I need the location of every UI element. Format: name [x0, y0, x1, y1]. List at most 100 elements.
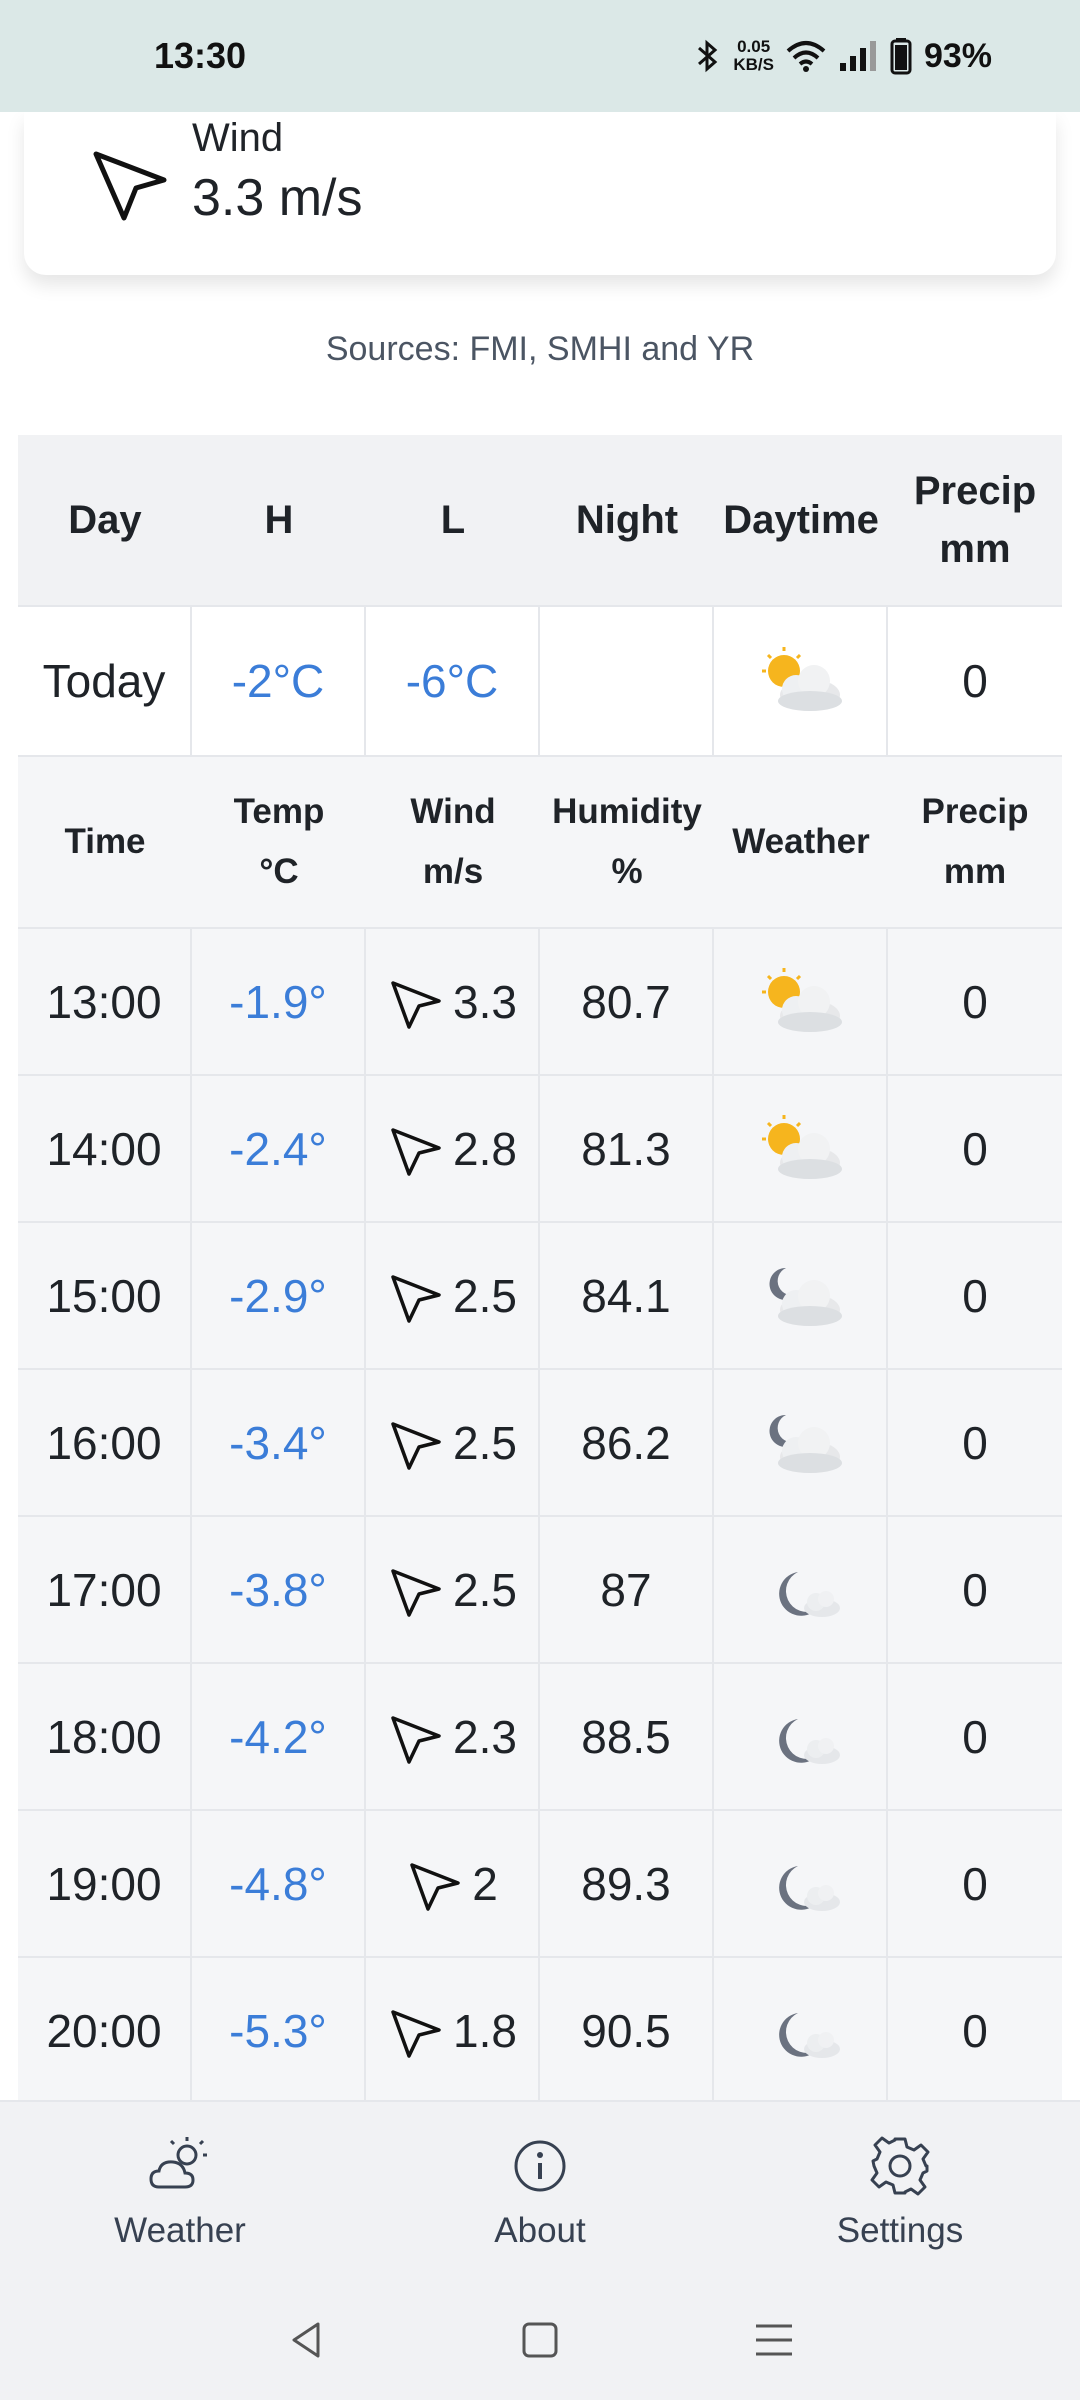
battery-percent: 93% — [923, 36, 992, 75]
hour-row[interactable]: 20:00 -5.3° 1.8 90.5 0 — [18, 1956, 1062, 2100]
hour-temp: -2.4° — [192, 1076, 366, 1221]
hour-humidity: 90.5 — [540, 1958, 714, 2100]
header-time: Time — [64, 822, 146, 861]
menu-icon[interactable] — [752, 2318, 796, 2362]
hour-wind-value: 2.5 — [453, 1416, 517, 1469]
partly-sunny-icon — [762, 967, 842, 1032]
hour-precip: 0 — [962, 1857, 988, 1910]
hour-wind-value: 2.3 — [453, 1710, 517, 1763]
hour-weather — [714, 1958, 888, 2100]
header-wind: Wind m/s — [410, 792, 496, 891]
today-low: -6°C — [366, 607, 540, 755]
hour-row[interactable]: 18:00 -4.2° 2.3 88.5 0 — [18, 1662, 1062, 1809]
moon-cloud-icon — [779, 1571, 840, 1617]
today-row[interactable]: Today -2°C -6°C 0 — [18, 605, 1062, 755]
hour-time: 14:00 — [18, 1076, 192, 1221]
hour-weather — [714, 1076, 888, 1221]
wind-direction-icon — [391, 1568, 441, 1617]
hour-humidity: 89.3 — [540, 1811, 714, 1956]
hour-precip: 0 — [962, 975, 988, 1028]
nav-about[interactable]: About — [390, 2131, 690, 2251]
day-table-header: Day H L Night Daytime Precip mm — [18, 435, 1062, 605]
net-speed: 0.05 KB/S — [733, 37, 774, 74]
moon-cloud-icon — [779, 1865, 840, 1911]
nav-weather[interactable]: Weather — [30, 2131, 330, 2251]
hour-weather — [714, 929, 888, 1074]
nav-settings[interactable]: Settings — [750, 2131, 1050, 2251]
hour-weather — [714, 1811, 888, 1956]
nav-about-label: About — [494, 2211, 586, 2250]
hour-time: 18:00 — [18, 1664, 192, 1809]
header-night: Night — [575, 498, 679, 542]
hour-time: 16:00 — [18, 1370, 192, 1515]
hour-temp: -4.2° — [192, 1664, 366, 1809]
partly-cloudy-night-icon — [769, 1267, 842, 1326]
wind-label: Wind — [192, 116, 284, 160]
hour-wind: 2.5 — [366, 1370, 540, 1515]
hour-humidity: 84.1 — [540, 1223, 714, 1368]
back-icon[interactable] — [284, 2318, 328, 2362]
status-bar: 13:30 0.05 KB/S 93% — [0, 0, 1080, 112]
hour-row[interactable]: 15:00 -2.9° 2.5 84.1 0 — [18, 1221, 1062, 1368]
header-low: L — [440, 498, 466, 542]
hour-precip: 0 — [962, 1710, 988, 1763]
wind-direction-icon — [391, 1127, 441, 1176]
hour-humidity: 80.7 — [540, 929, 714, 1074]
wind-value: 3.3 m/s — [192, 169, 363, 227]
wind-direction-icon — [391, 980, 441, 1029]
nav-weather-label: Weather — [114, 2211, 246, 2250]
today-night — [540, 607, 714, 755]
data-sources: Sources: FMI, SMHI and YR — [325, 330, 755, 368]
hour-weather — [714, 1664, 888, 1809]
hour-time: 19:00 — [18, 1811, 192, 1956]
forecast-table[interactable]: Day H L Night Daytime Precip mm Today -2… — [18, 435, 1062, 2100]
hour-row[interactable]: 17:00 -3.8° 2.5 87 0 — [18, 1515, 1062, 1662]
hour-wind: 2.5 — [366, 1517, 540, 1662]
hour-temp: -5.3° — [192, 1958, 366, 2100]
partly-sunny-icon — [762, 647, 842, 711]
hour-temp: -2.9° — [192, 1223, 366, 1368]
hour-wind-value: 2.5 — [453, 1563, 517, 1616]
hour-weather — [714, 1223, 888, 1368]
home-icon[interactable] — [518, 2318, 562, 2362]
hour-row[interactable]: 16:00 -3.4° 2.5 86.2 0 — [18, 1368, 1062, 1515]
hour-humidity: 88.5 — [540, 1664, 714, 1809]
system-navigation — [0, 2280, 1080, 2400]
hour-temp: -3.8° — [192, 1517, 366, 1662]
hour-weather — [714, 1517, 888, 1662]
hour-humidity: 81.3 — [540, 1076, 714, 1221]
hour-precip: 0 — [962, 1416, 988, 1469]
hour-wind-value: 2 — [472, 1857, 498, 1910]
header-temp: Temp °C — [233, 792, 325, 891]
hour-time: 20:00 — [18, 1958, 192, 2100]
wind-direction-icon — [410, 1862, 460, 1911]
hour-row[interactable]: 14:00 -2.4° 2.8 81.3 0 — [18, 1074, 1062, 1221]
hour-precip: 0 — [962, 2004, 988, 2057]
hour-wind: 2.3 — [366, 1664, 540, 1809]
header-high: H — [264, 498, 294, 542]
hour-wind-value: 2.5 — [453, 1269, 517, 1322]
wind-direction-icon — [391, 1274, 441, 1323]
hour-precip: 0 — [962, 1269, 988, 1322]
hour-table-header: Time Temp °C Wind m/s Humidity % Weather… — [18, 755, 1062, 927]
status-time: 13:30 — [154, 35, 247, 76]
hour-wind-value: 2.8 — [453, 1122, 517, 1175]
header-daytime: Daytime — [723, 498, 879, 542]
hour-time: 17:00 — [18, 1517, 192, 1662]
bottom-navigation: Weather About Settings — [0, 2100, 1080, 2280]
hour-row[interactable]: 19:00 -4.8° 2 89.3 0 — [18, 1809, 1062, 1956]
today-day: Today — [18, 607, 192, 755]
hour-temp: -1.9° — [192, 929, 366, 1074]
hour-temp: -3.4° — [192, 1370, 366, 1515]
header-precip: Precip mm — [913, 469, 1037, 571]
hour-wind: 2.5 — [366, 1223, 540, 1368]
hour-row[interactable]: 13:00 -1.9° 3.3 80.7 0 — [18, 927, 1062, 1074]
status-icons: 0.05 KB/S 93% — [695, 37, 992, 76]
moon-cloud-icon — [779, 2012, 840, 2058]
hour-time: 15:00 — [18, 1223, 192, 1368]
hour-time: 13:00 — [18, 929, 192, 1074]
hour-humidity: 87 — [540, 1517, 714, 1662]
moon-cloud-icon — [779, 1718, 840, 1764]
header-humidity: Humidity % — [552, 792, 702, 891]
wifi-icon — [786, 41, 826, 72]
